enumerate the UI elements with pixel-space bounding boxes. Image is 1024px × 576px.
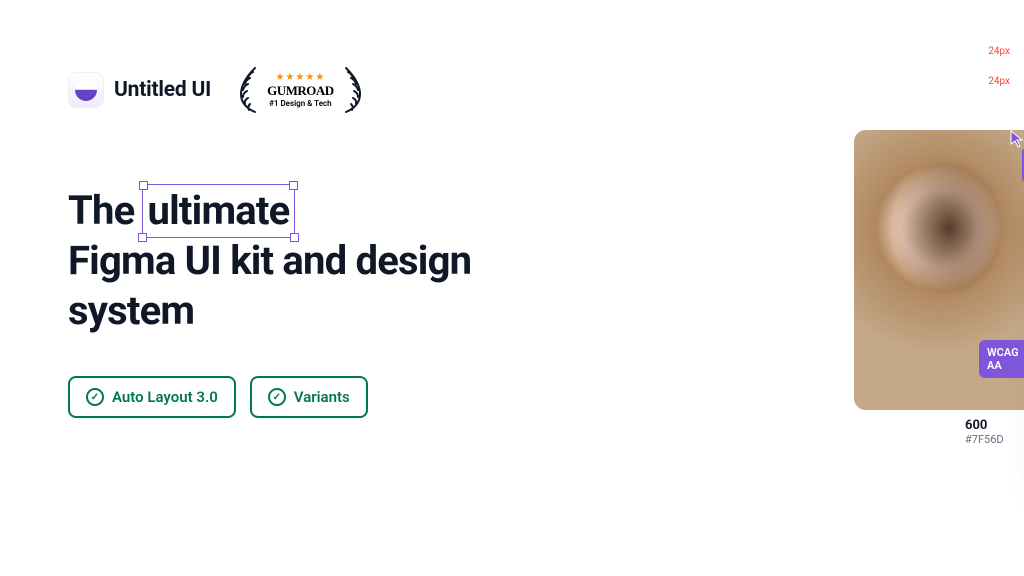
dim-label-1: 24px <box>988 46 1010 57</box>
header-row: Untitled UI ★★★★★ GUMROAD #1 Design & Te… <box>68 64 510 116</box>
logo-icon <box>68 72 104 108</box>
swatch-num: 600 <box>965 418 1024 433</box>
cursor-icon <box>1010 130 1024 148</box>
page-headline: The ultimate Figma UI kit and design sys… <box>68 186 510 336</box>
laurel-left-icon <box>235 64 263 116</box>
check-circle-icon: ✓ <box>86 388 104 406</box>
gumroad-label: GUMROAD <box>267 83 334 99</box>
selected-word: ultimate <box>144 186 294 236</box>
check-circle-icon: ✓ <box>268 388 286 406</box>
color-swatch: 600 #7F56D <box>965 418 1024 446</box>
logo: Untitled UI <box>68 72 211 108</box>
stars-icon: ★★★★★ <box>267 72 334 83</box>
gumroad-sub: #1 Design & Tech <box>267 99 334 108</box>
dim-label-2: 24px <box>988 76 1010 87</box>
laurel-right-icon <box>338 64 366 116</box>
laurel-badge: ★★★★★ GUMROAD #1 Design & Tech <box>235 64 366 116</box>
pill-autolayout[interactable]: ✓ Auto Layout 3.0 <box>68 376 236 418</box>
brand-name: Untitled UI <box>114 78 211 102</box>
wcag-badge: WCAG AA <box>979 340 1024 378</box>
pill-variants[interactable]: ✓ Variants <box>250 376 368 418</box>
swatch-hex: #7F56D <box>965 433 1024 446</box>
feature-pills: ✓ Auto Layout 3.0 ✓ Variants <box>68 376 510 418</box>
